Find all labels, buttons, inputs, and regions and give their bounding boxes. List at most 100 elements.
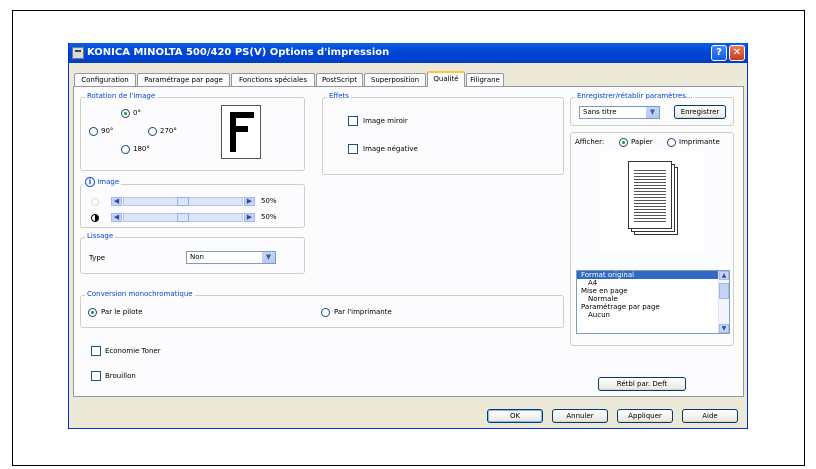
save-settings-button[interactable]: Enregistrer: [674, 105, 726, 119]
settings-summary-list[interactable]: Format original A4 Mise en page Normale Para…: [576, 270, 730, 334]
summary-list-item[interactable]: Format original: [577, 271, 729, 279]
by-printer-label: Par l'imprimante: [334, 308, 392, 316]
brightness-icon: [91, 198, 99, 206]
rotation-0-label: 0°: [133, 109, 141, 117]
tab-parametrage-page[interactable]: Paramétrage par page: [137, 73, 230, 86]
effects-legend: Effets: [327, 92, 351, 100]
monochrome-conversion-group: Conversion monochromatique Par le pilote…: [80, 290, 564, 328]
preview-text-line: [634, 182, 666, 183]
preview-text-line: [634, 209, 666, 210]
type-label: Type: [89, 254, 106, 262]
display-label: Afficher:: [575, 138, 605, 146]
settings-select[interactable]: Sans titre ▼: [579, 106, 660, 119]
printer-icon: [72, 47, 84, 59]
preview-text-line: [634, 206, 666, 207]
print-options-dialog: KONICA MINOLTA 500/420 PS(V) Options d'i…: [68, 43, 748, 429]
preview-text-line: [634, 212, 666, 213]
brightness-decrease-button[interactable]: ◀: [111, 197, 122, 206]
brightness-increase-button[interactable]: ▶: [244, 197, 255, 206]
scroll-up-arrow-icon[interactable]: ▲: [719, 271, 729, 280]
quality-panel: Rotation de l'image 0° 90° 270° 180° Eff…: [73, 86, 744, 397]
negative-checkbox[interactable]: [348, 144, 358, 154]
rotation-legend: Rotation de l'image: [85, 92, 158, 100]
preview-text-line: [634, 179, 666, 180]
tab-fonctions-speciales[interactable]: Fonctions spéciales: [231, 73, 315, 86]
scroll-down-arrow-icon[interactable]: ▼: [719, 324, 729, 333]
settings-select-value: Sans titre: [583, 108, 617, 116]
draft-label: Brouillon: [105, 372, 136, 380]
tab-filigrane[interactable]: Filigrane: [466, 73, 504, 86]
chevron-down-icon[interactable]: ▼: [262, 252, 275, 263]
contrast-decrease-button[interactable]: ◀: [111, 213, 122, 222]
by-driver-label: Par le pilote: [101, 308, 143, 316]
close-button[interactable]: ✕: [729, 45, 745, 61]
contrast-increase-button[interactable]: ▶: [244, 213, 255, 222]
preview-text-line: [634, 176, 666, 177]
by-printer-radio[interactable]: [321, 308, 330, 317]
preview-text-line: [634, 173, 666, 174]
contrast-slider-thumb[interactable]: [177, 213, 189, 222]
info-icon: i: [85, 177, 95, 187]
summary-list-item[interactable]: Paramétrage par page: [577, 303, 729, 311]
preview-text-line: [634, 185, 666, 186]
restore-defaults-button[interactable]: Rétbl par. Deft: [598, 377, 686, 391]
preview-page-front: [628, 161, 672, 229]
negative-label: Image négative: [363, 145, 418, 153]
brightness-slider-thumb[interactable]: [177, 197, 189, 206]
ok-button[interactable]: OK: [487, 409, 543, 423]
toner-economy-checkbox[interactable]: [91, 346, 101, 356]
rotation-180-label: 180°: [133, 145, 150, 153]
cancel-button[interactable]: Annuler: [552, 409, 608, 423]
settings-group: Enregistrer/rétablir paramètres... Sans …: [570, 92, 734, 126]
rotation-270-label: 270°: [160, 127, 177, 135]
preview-text-line: [634, 218, 666, 219]
mirror-checkbox[interactable]: [348, 116, 358, 126]
rotation-0-radio[interactable]: [121, 109, 130, 118]
summary-scrollbar[interactable]: ▲ ▼: [718, 271, 729, 333]
summary-list-item[interactable]: Aucun: [577, 311, 729, 319]
window-title: KONICA MINOLTA 500/420 PS(V) Options d'i…: [87, 47, 390, 58]
tab-superposition[interactable]: Superposition: [364, 73, 426, 86]
preview-text-line: [634, 200, 666, 201]
contrast-slider[interactable]: [123, 213, 243, 222]
summary-list-item[interactable]: Mise en page: [577, 287, 729, 295]
type-select-value: Non: [190, 253, 204, 261]
smoothing-group: Lissage Type Non ▼: [80, 232, 305, 274]
rotation-180-radio[interactable]: [121, 145, 130, 154]
contrast-icon: [91, 214, 99, 222]
display-paper-label: Papier: [631, 138, 653, 146]
help-title-button[interactable]: ?: [711, 45, 727, 61]
toner-economy-label: Economie Toner: [105, 347, 161, 355]
preview-text-line: [634, 197, 666, 198]
tab-qualite[interactable]: Qualité: [427, 71, 465, 87]
preview-text-line: [634, 203, 666, 204]
image-legend-text: Image: [97, 178, 120, 186]
brightness-value: 50%: [261, 197, 277, 205]
rotation-group: Rotation de l'image 0° 90° 270° 180°: [80, 92, 305, 171]
orientation-preview-image: [221, 105, 261, 159]
display-paper-radio[interactable]: [619, 138, 628, 147]
summary-list-item[interactable]: A4: [577, 279, 729, 287]
display-group: Afficher: Papier Imprimante Format origi…: [570, 132, 734, 346]
rotation-270-radio[interactable]: [148, 127, 157, 136]
tab-configuration[interactable]: Configuration: [74, 73, 136, 86]
rotation-90-radio[interactable]: [89, 127, 98, 136]
scroll-thumb[interactable]: [719, 283, 729, 299]
type-select[interactable]: Non ▼: [186, 251, 276, 264]
contrast-value: 50%: [261, 213, 277, 221]
display-printer-label: Imprimante: [679, 138, 720, 146]
by-driver-radio[interactable]: [88, 308, 97, 317]
summary-list-item[interactable]: Normale: [577, 295, 729, 303]
brightness-slider[interactable]: [123, 197, 243, 206]
tab-postscript[interactable]: PostScript: [316, 73, 363, 86]
draft-checkbox[interactable]: [91, 371, 101, 381]
preview-text-line: [634, 188, 666, 189]
image-group: i Image ◀ ▶ 50% ◀ ▶ 50%: [80, 177, 305, 228]
title-bar: KONICA MINOLTA 500/420 PS(V) Options d'i…: [69, 43, 747, 63]
paper-preview: [600, 151, 703, 253]
help-button[interactable]: Aide: [682, 409, 738, 423]
chevron-down-icon[interactable]: ▼: [646, 107, 659, 118]
display-printer-radio[interactable]: [667, 138, 676, 147]
apply-button[interactable]: Appliquer: [617, 409, 673, 423]
monochrome-legend: Conversion monochromatique: [85, 290, 195, 298]
